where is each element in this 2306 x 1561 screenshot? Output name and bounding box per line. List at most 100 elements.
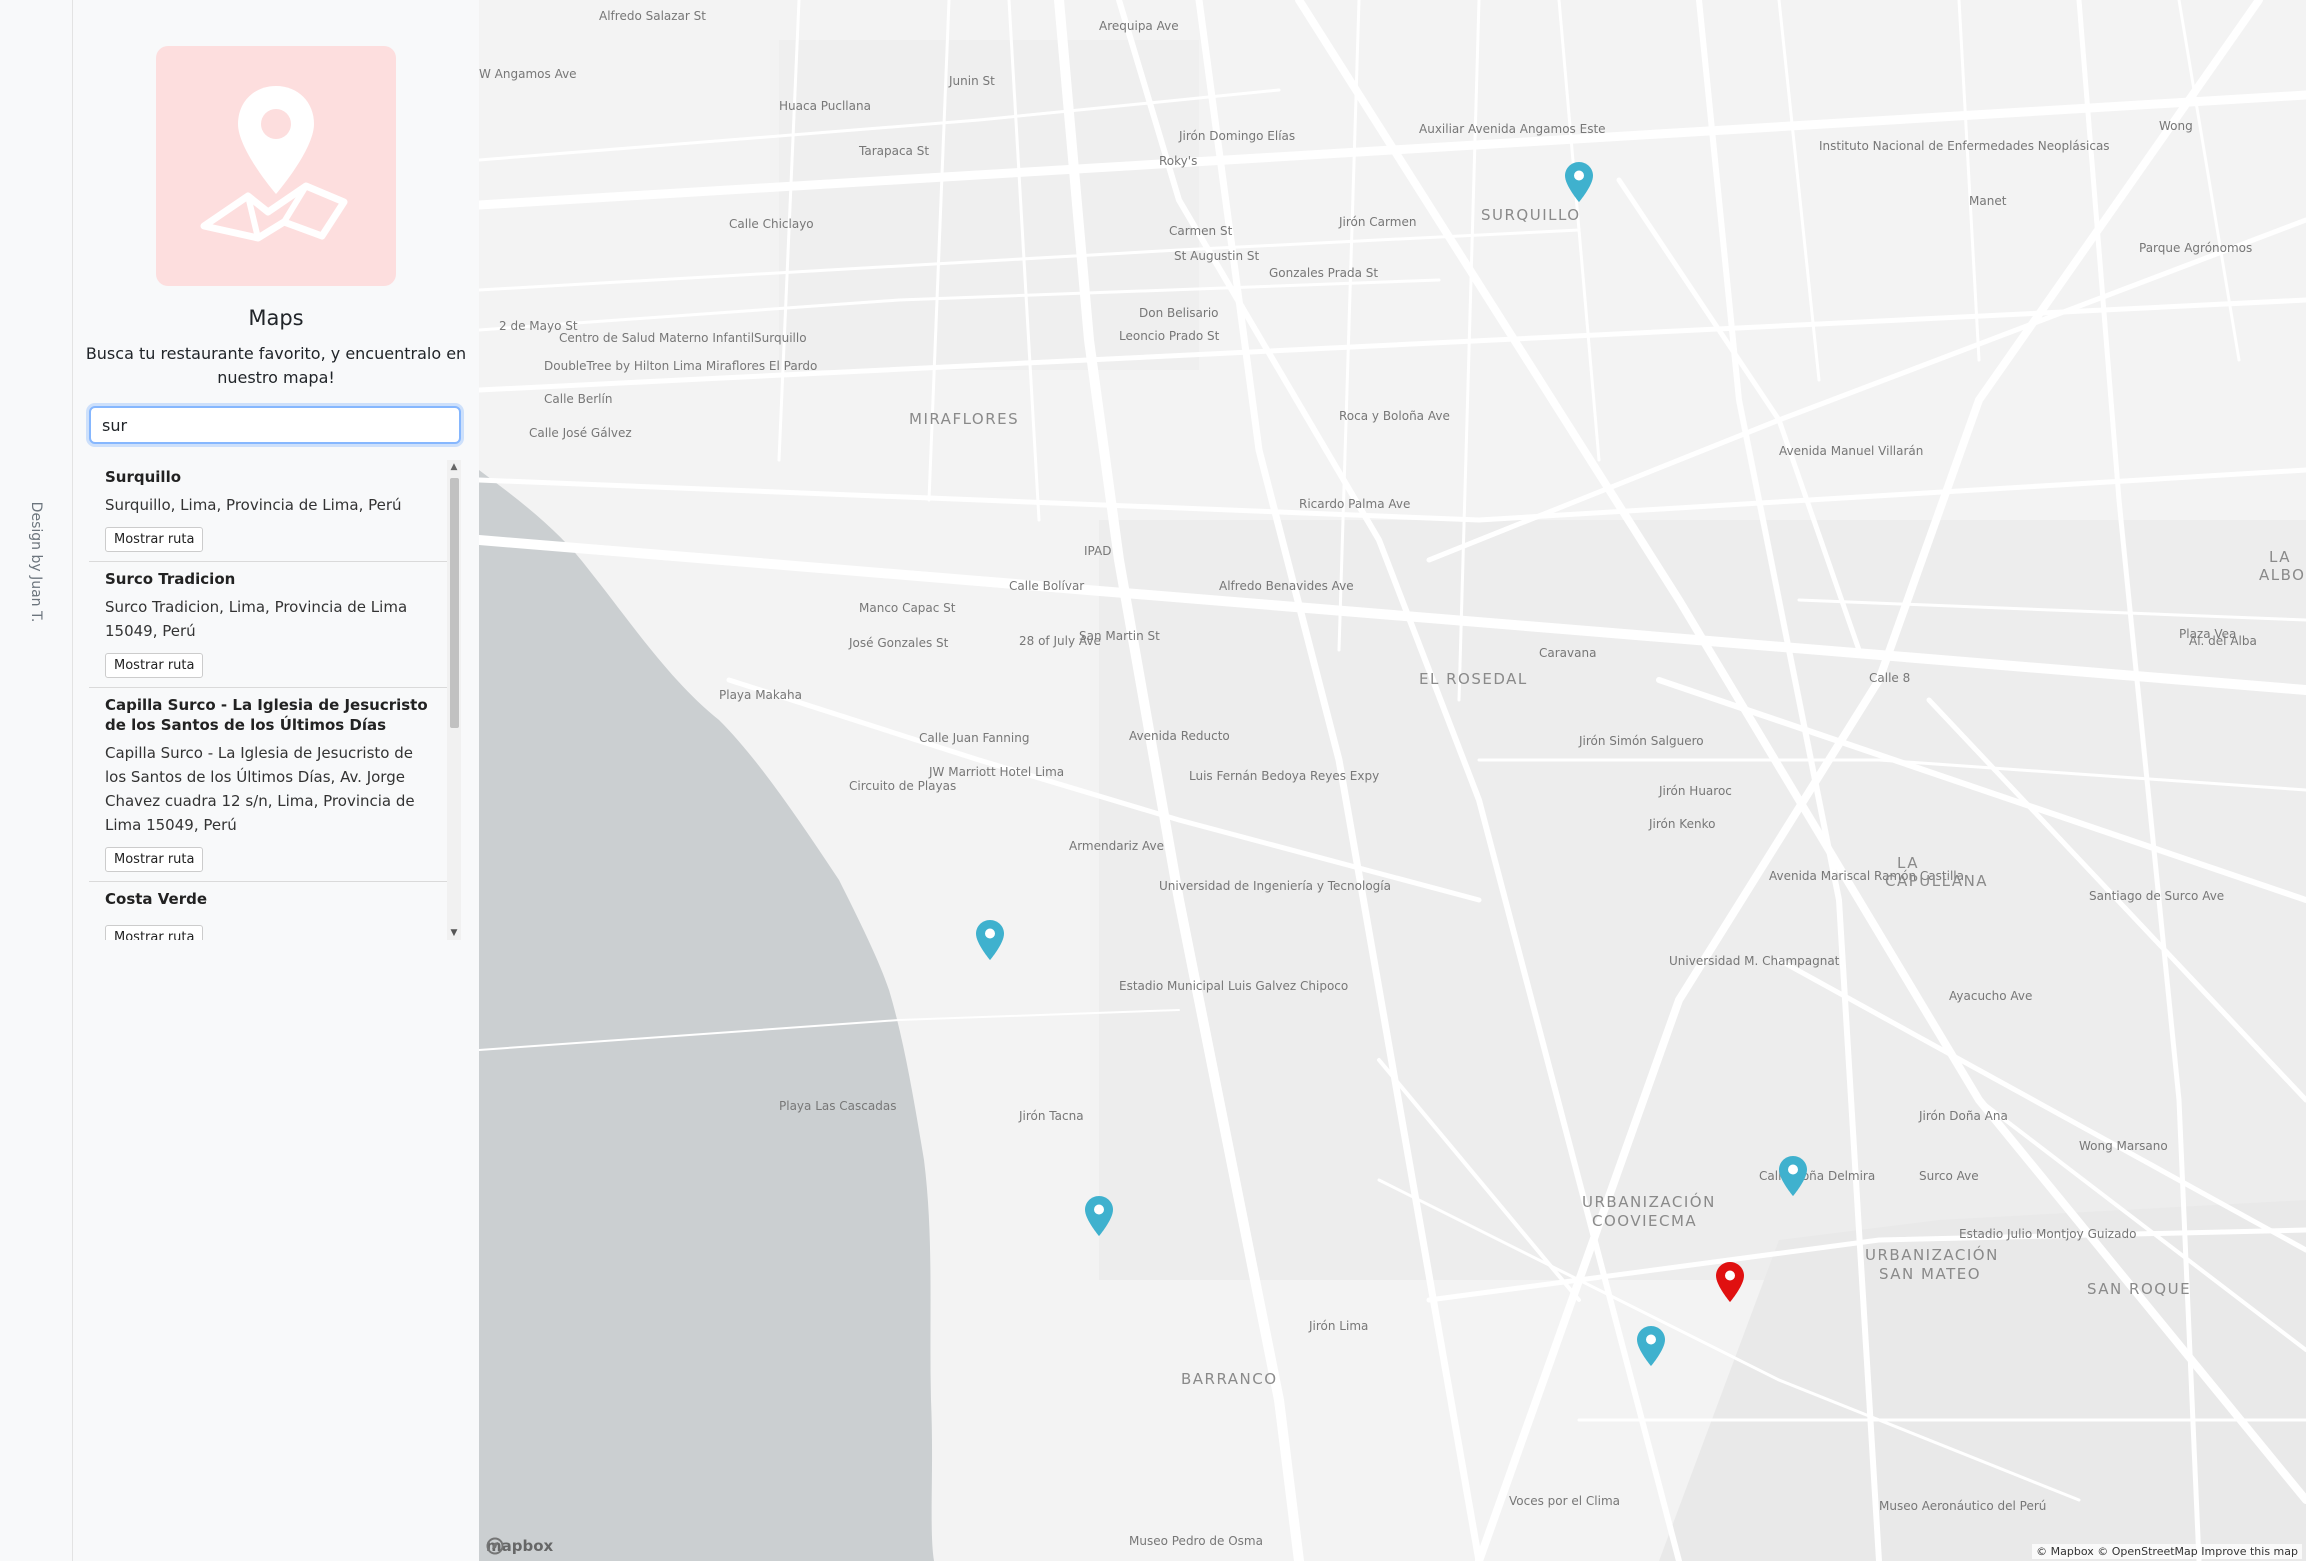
map-street-label: Jirón Huaroc [1658, 784, 1732, 798]
search-panel: Maps Busca tu restaurante favorito, y en… [73, 0, 480, 1561]
list-item: Surco Tradicion Surco Tradicion, Lima, P… [89, 562, 447, 688]
map-street-label: Gonzales Prada St [1269, 266, 1378, 280]
scroll-down-arrow-icon[interactable]: ▼ [447, 926, 461, 940]
map-street-label: Wong [2159, 119, 2193, 133]
map-street-label: Ayacucho Ave [1949, 989, 2032, 1003]
results-scrollbar[interactable]: ▲ ▼ [447, 460, 461, 940]
app-title: Maps [248, 306, 304, 330]
result-name: Surquillo [105, 468, 182, 486]
map-street-label: DoubleTree by Hilton Lima Miraflores El … [544, 359, 817, 373]
result-address: Surco Tradicion, Lima, Provincia de Lima… [105, 598, 408, 640]
map-pin-logo-icon [156, 46, 396, 286]
map-street-label: Roca y Boloña Ave [1339, 409, 1450, 423]
map-street-label: Jirón Simón Salguero [1578, 734, 1704, 748]
map-street-label: Museo Pedro de Osma [1129, 1534, 1263, 1548]
map-street-label: Circuito de Playas [849, 779, 956, 793]
map-street-label: Huaca Pucllana [779, 99, 871, 113]
map-street-label: Calle Berlín [544, 392, 612, 406]
map-street-label: Surco Ave [1919, 1169, 1979, 1183]
map-street-label: Calle Chiclayo [729, 217, 814, 231]
map-street-label: Don Belisario [1139, 306, 1219, 320]
map-district-label: URBANIZACIÓN [1582, 1192, 1716, 1211]
design-credit: Design by Juan T. [28, 501, 44, 623]
map-district-label: LA [2269, 548, 2291, 566]
result-name: Costa Verde [105, 890, 208, 908]
map-district-label: SAN MATEO [1879, 1265, 1981, 1283]
map-street-label: Ricardo Palma Ave [1299, 497, 1410, 511]
map-attribution[interactable]: © Mapbox © OpenStreetMap Improve this ma… [2032, 1544, 2302, 1559]
map-street-label: Calle 8 [1869, 671, 1910, 685]
map-street-label: W Angamos Ave [479, 67, 577, 81]
list-item: Costa Verde Mostrar ruta [89, 882, 447, 940]
map-district-label: LA [1897, 854, 1919, 872]
map-street-label: Arequipa Ave [1099, 19, 1179, 33]
map-street-label: Calle Juan Fanning [919, 731, 1029, 745]
show-route-button[interactable]: Mostrar ruta [105, 527, 204, 552]
map-street-label: Luis Fernán Bedoya Reyes Expy [1189, 769, 1379, 783]
map-street-label: Leoncio Prado St [1119, 329, 1220, 343]
scroll-up-arrow-icon[interactable]: ▲ [447, 460, 461, 474]
map-street-label: JW Marriott Hotel Lima [928, 765, 1064, 779]
map-district-label: SURQUILLO [1481, 206, 1581, 224]
map-district-label: COOVIECMA [1592, 1212, 1697, 1230]
list-item: Surquillo Surquillo, Lima, Provincia de … [89, 460, 447, 562]
map-district-label: URBANIZACIÓN [1865, 1245, 1999, 1264]
result-name: Surco Tradicion [105, 570, 236, 588]
map-street-label: St Augustin St [1174, 249, 1260, 263]
map-street-label: Playa Makaha [719, 688, 802, 702]
map-street-label: Avenida Reducto [1129, 729, 1230, 743]
map-street-label: Calle Bolívar [1009, 579, 1084, 593]
map-street-label: Museo Aeronáutico del Perú [1879, 1499, 2046, 1513]
map-street-label: Jirón Carmen [1338, 215, 1416, 229]
map-street-label: Caravana [1539, 646, 1596, 660]
show-route-button[interactable]: Mostrar ruta [105, 653, 204, 678]
map-street-label: Armendariz Ave [1069, 839, 1164, 853]
mapbox-logo-icon [486, 1537, 504, 1555]
map-street-label: Centro de Salud Materno InfantilSurquill… [559, 331, 807, 345]
map-street-label: Playa Las Cascadas [779, 1099, 896, 1113]
map-street-label: Jirón Tacna [1018, 1109, 1084, 1123]
result-address: Surquillo, Lima, Provincia de Lima, Perú [105, 496, 402, 514]
map-district-label: EL ROSEDAL [1419, 670, 1528, 688]
scroll-thumb[interactable] [450, 478, 459, 728]
search-input[interactable] [89, 406, 461, 444]
map-street-label: Al. del Alba [2189, 634, 2257, 648]
map-street-label: 2 de Mayo St [499, 319, 578, 333]
mapbox-logo[interactable]: mapbox [486, 1537, 553, 1555]
map-street-label: Alfredo Benavides Ave [1219, 579, 1354, 593]
map-street-label: Voces por el Clima [1509, 1494, 1620, 1508]
map-street-label: Junin St [948, 74, 995, 88]
map-street-label: Jirón Doña Ana [1918, 1109, 2008, 1123]
map-street-label: Carmen St [1169, 224, 1233, 238]
map-street-label: Universidad de Ingeniería y Tecnología [1159, 879, 1391, 893]
result-name: Capilla Surco - La Iglesia de Jesucristo… [105, 696, 428, 734]
map-street-label: IPAD [1084, 544, 1111, 558]
map-street-label: Jirón Kenko [1648, 817, 1715, 831]
show-route-button[interactable]: Mostrar ruta [105, 847, 204, 872]
map-district-label: SAN ROQUE [2087, 1280, 2191, 1298]
map-street-label: Estadio Municipal Luis Galvez Chipoco [1119, 979, 1348, 993]
map-district-label: BARRANCO [1181, 1370, 1278, 1388]
result-address: Capilla Surco - La Iglesia de Jesucristo… [105, 744, 415, 834]
map-street-label: San Martin St [1079, 629, 1160, 643]
map-street-label: Jirón Domingo Elías [1178, 129, 1295, 143]
map-street-label: Auxiliar Avenida Angamos Este [1419, 122, 1606, 136]
map-district-label: MIRAFLORES [909, 410, 1019, 428]
list-item: Capilla Surco - La Iglesia de Jesucristo… [89, 688, 447, 882]
map-canvas[interactable]: Alfredo Salazar St W Angamos Ave Huaca Puc… [479, 0, 2306, 1561]
map-street-label: Santiago de Surco Ave [2089, 889, 2224, 903]
app-subtitle: Busca tu restaurante favorito, y encuent… [85, 344, 467, 387]
map-street-label: José Gonzales St [848, 636, 949, 650]
map-district-label: CAPULLANA [1885, 872, 1988, 890]
map-street-label: Avenida Manuel Villarán [1779, 444, 1923, 458]
map-street-label: Manco Capac St [859, 601, 956, 615]
map-street-label: Jirón Lima [1308, 1319, 1368, 1333]
show-route-button[interactable]: Mostrar ruta [105, 925, 204, 940]
map-base-layer: Alfredo Salazar St W Angamos Ave Huaca Puc… [479, 0, 2306, 1561]
map-street-label: Parque Agrónomos [2139, 241, 2252, 255]
map-street-label: Calle José Gálvez [529, 426, 632, 440]
results-list[interactable]: Surquillo Surquillo, Lima, Provincia de … [89, 460, 447, 940]
map-district-label: ALBORA [2259, 566, 2306, 584]
map-street-label: Alfredo Salazar St [599, 9, 706, 23]
map-street-label: Universidad M. Champagnat [1669, 954, 1840, 968]
